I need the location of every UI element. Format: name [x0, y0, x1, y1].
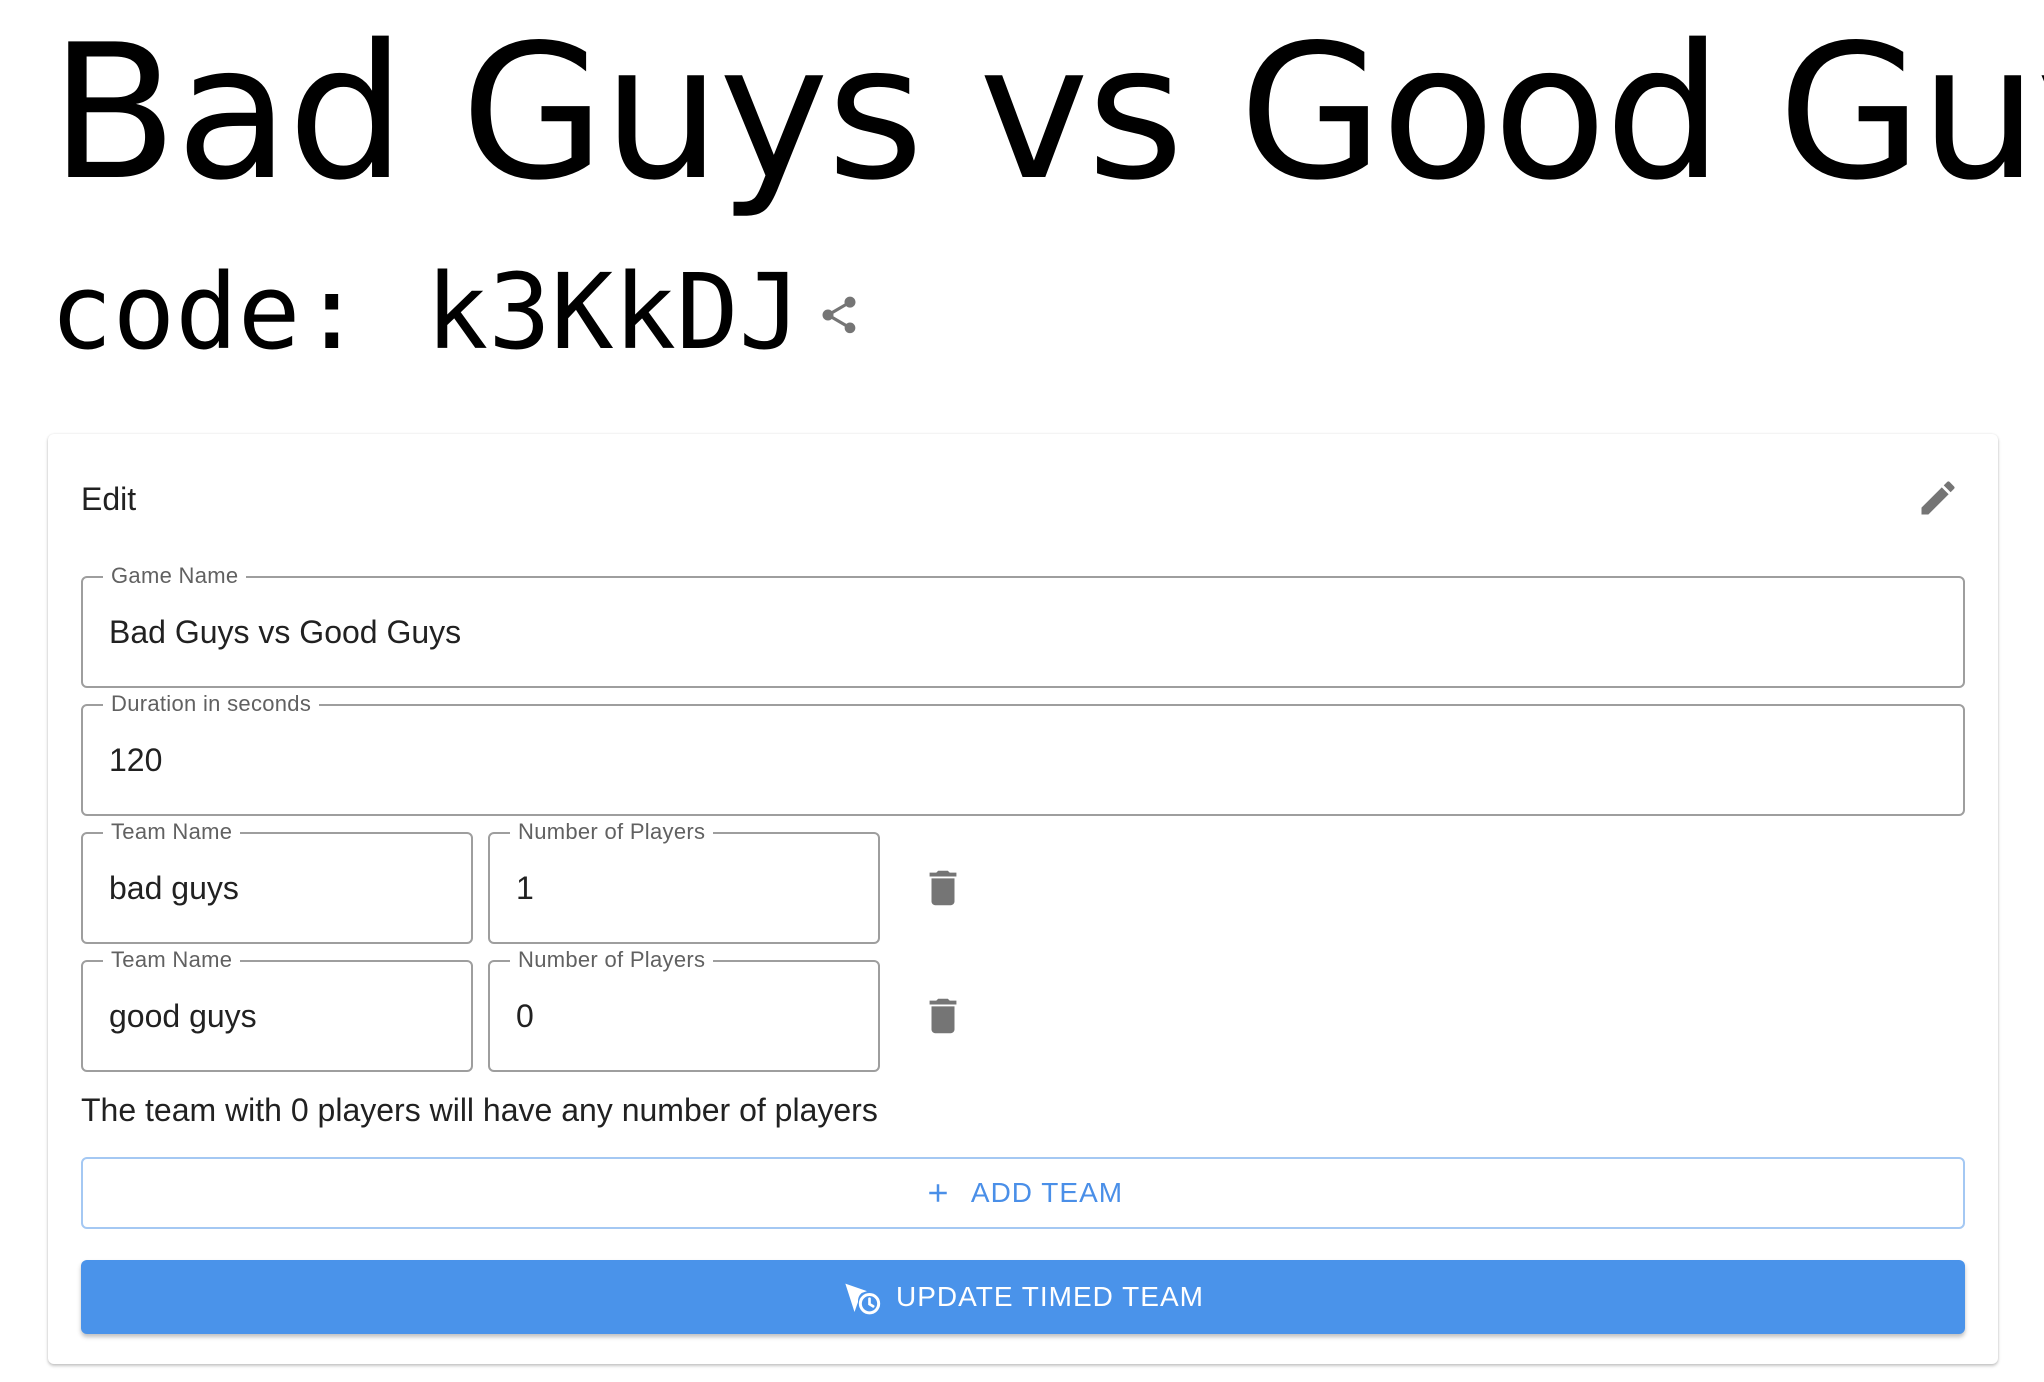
share-icon	[822, 296, 856, 334]
trash-icon	[929, 998, 957, 1034]
team-players-field: Number of Players	[488, 819, 880, 944]
team-players-input[interactable]	[516, 962, 852, 1070]
team-name-input[interactable]	[109, 834, 445, 942]
team-name-field: Team Name	[81, 819, 473, 944]
team-players-field: Number of Players	[488, 947, 880, 1072]
team-players-input[interactable]	[516, 834, 852, 942]
game-name-field: Game Name	[81, 563, 1965, 688]
update-timed-team-button[interactable]: UPDATE TIMED TEAM	[81, 1260, 1965, 1334]
pencil-icon	[1921, 481, 1955, 515]
card-header: Edit	[81, 481, 137, 517]
page: Bad Guys vs Good Guys code: k3KkDJ Edit …	[0, 0, 2044, 1382]
edit-card: Edit Game Name Duration in seconds Team …	[48, 434, 1998, 1364]
add-team-label: ADD TEAM	[970, 1177, 1124, 1208]
add-team-button[interactable]: ADD TEAM	[81, 1157, 1965, 1229]
timer-send-icon	[842, 1277, 882, 1317]
duration-field: Duration in seconds	[81, 691, 1965, 816]
delete-team-button[interactable]	[915, 988, 971, 1044]
duration-input[interactable]	[109, 706, 1937, 814]
game-code-row: code: k3KkDJ	[50, 252, 863, 372]
page-title: Bad Guys vs Good Guys	[50, 4, 2044, 221]
update-timed-team-label: UPDATE TIMED TEAM	[896, 1281, 1204, 1312]
edit-button[interactable]	[1914, 474, 1962, 522]
team-name-field: Team Name	[81, 947, 473, 1072]
game-code: code: k3KkDJ	[50, 251, 802, 373]
trash-icon	[929, 870, 957, 906]
share-button[interactable]	[815, 291, 863, 339]
zero-players-hint: The team with 0 players will have any nu…	[81, 1092, 878, 1128]
plus-icon	[923, 1178, 953, 1208]
game-name-input[interactable]	[109, 578, 1937, 686]
team-name-input[interactable]	[109, 962, 445, 1070]
delete-team-button[interactable]	[915, 860, 971, 916]
